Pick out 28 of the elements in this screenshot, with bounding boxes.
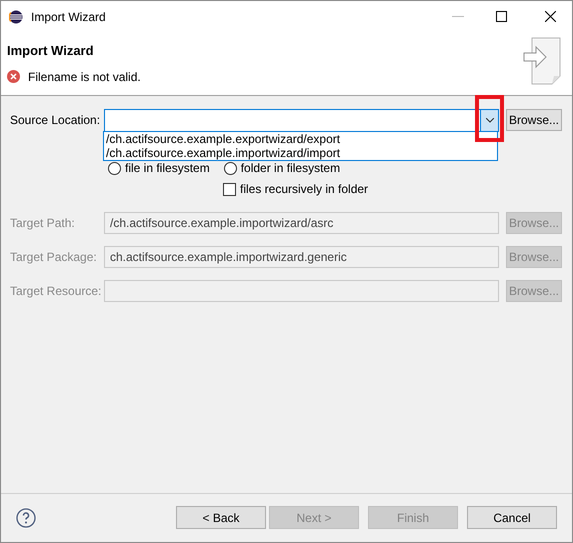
eclipse-icon (9, 10, 23, 24)
field-label: Target Resource: (10, 283, 102, 300)
maximize-icon[interactable] (496, 11, 507, 22)
field-label: Source Location: (10, 112, 102, 129)
checkbox-label: files recursively in folder (240, 181, 368, 198)
dropdown-option[interactable]: /ch.actifsource.example.importwizard/import (104, 146, 497, 160)
page-title: Import Wizard (7, 42, 95, 60)
radio-button[interactable] (224, 162, 237, 174)
help-icon[interactable] (16, 508, 36, 528)
close-icon[interactable] (545, 11, 556, 22)
highlight-box (475, 95, 504, 142)
radio-button[interactable] (108, 162, 121, 174)
dropdown-button[interactable] (480, 110, 498, 130)
text-field[interactable] (104, 280, 499, 302)
wizard-button[interactable]: Cancel (467, 506, 557, 529)
window-title: Import Wizard (31, 8, 106, 26)
field-label: Target Path: (10, 215, 76, 232)
wizard-button[interactable]: < Back (176, 506, 266, 529)
chevron-down-icon[interactable] (486, 118, 494, 122)
browse-button[interactable]: Browse... (506, 109, 562, 131)
radio-label: folder in filesystem (240, 160, 340, 177)
source-location-combobox[interactable] (104, 108, 499, 132)
dropdown-option[interactable]: /ch.actifsource.example.exportwizard/export (104, 132, 497, 146)
error-icon (7, 70, 20, 83)
radio-label: file in filesystem (125, 160, 210, 177)
error-message: Filename is not valid. (28, 68, 141, 86)
checkbox[interactable] (223, 182, 236, 196)
field-label: Target Package: (10, 249, 98, 266)
